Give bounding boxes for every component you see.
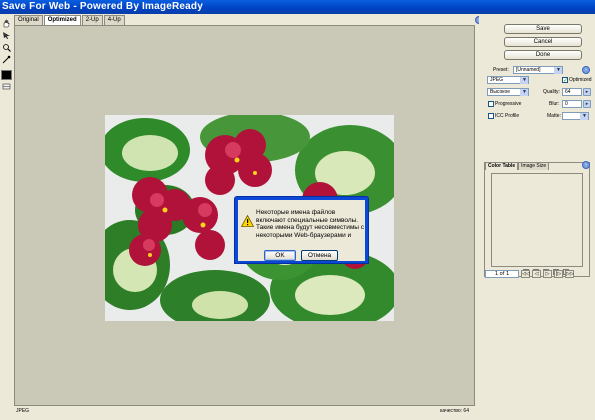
- color-table-panel: Color Table Image Size ›: [484, 161, 590, 277]
- tab-2-up[interactable]: 2-Up: [81, 15, 103, 25]
- toolbox: [0, 18, 14, 94]
- blur-field[interactable]: 0: [562, 100, 582, 108]
- icc-profile-label: ICC Profile: [495, 113, 520, 119]
- chevron-down-icon: ▼: [522, 89, 527, 95]
- format-dropdown[interactable]: JPEG ▼: [487, 76, 529, 84]
- chevron-down-icon: ▼: [522, 77, 527, 83]
- save-button[interactable]: Save: [504, 24, 582, 34]
- format-value: JPEG: [490, 77, 504, 83]
- quality-field[interactable]: 64: [562, 88, 582, 96]
- eyedropper-color-swatch[interactable]: [1, 70, 12, 80]
- quality-preset-value: Высокое: [490, 89, 511, 95]
- warning-dialog: Некоторые имена файлов включают специаль…: [234, 196, 369, 264]
- done-button[interactable]: Done: [504, 50, 582, 60]
- frame-counter: 1 of 1: [485, 269, 519, 278]
- matte-label: Matte:: [547, 113, 561, 119]
- status-quality: качество: 64: [440, 408, 469, 414]
- color-table-area[interactable]: [491, 173, 583, 267]
- settings-panel: Save Cancel Done Preset: [Unnamed] ▼ › JP…: [479, 14, 595, 420]
- dialog-body: Некоторые имена файлов включают специаль…: [238, 200, 365, 261]
- slice-select-tool-icon[interactable]: [1, 31, 12, 40]
- cancel-dialog-button[interactable]: Отмена: [301, 250, 338, 261]
- tab-color-table[interactable]: Color Table: [485, 162, 519, 170]
- quality-preset-dropdown[interactable]: Высокое ▼: [487, 88, 529, 96]
- optimized-checkbox[interactable]: ✓: [562, 77, 568, 84]
- last-frame-icon[interactable]: ▷▷: [565, 269, 574, 278]
- hand-tool-icon[interactable]: [1, 19, 12, 28]
- preset-value: [Unnamed]: [516, 67, 541, 73]
- window-title: Save For Web - Powered By ImageReady: [0, 0, 595, 14]
- preset-dropdown[interactable]: [Unnamed] ▼: [513, 66, 563, 74]
- warning-icon: [241, 215, 254, 227]
- quality-slider-icon[interactable]: ▸: [583, 88, 591, 96]
- tab-original[interactable]: Original: [14, 15, 43, 25]
- ok-button[interactable]: OK: [264, 250, 296, 261]
- icc-profile-checkbox[interactable]: [488, 113, 494, 119]
- preset-label: Preset:: [493, 67, 509, 73]
- play-icon[interactable]: ▷: [543, 269, 552, 278]
- cancel-button[interactable]: Cancel: [504, 37, 582, 47]
- blur-label: Blur:: [549, 101, 560, 107]
- dialog-message: Некоторые имена файлов включают специаль…: [256, 209, 365, 239]
- blur-slider-icon[interactable]: ▸: [583, 100, 591, 108]
- quality-label: Quality:: [543, 89, 560, 95]
- optimized-label: Optimized: [569, 77, 592, 83]
- tab-optimized[interactable]: Optimized: [43, 15, 81, 25]
- progressive-checkbox[interactable]: [488, 101, 494, 107]
- matte-dropdown[interactable]: ▼: [562, 112, 589, 120]
- tab-image-size[interactable]: Image Size: [518, 162, 550, 170]
- next-frame-icon[interactable]: |▷: [554, 269, 563, 278]
- color-table-menu-icon[interactable]: ›: [582, 161, 590, 169]
- progressive-label: Progressive: [495, 101, 522, 107]
- zoom-tool-icon[interactable]: [1, 43, 12, 52]
- toggle-slices-icon[interactable]: [1, 82, 12, 91]
- status-bar: JPEG качество: 64: [14, 406, 475, 420]
- chevron-down-icon: ▼: [582, 113, 587, 119]
- chevron-down-icon: ▼: [556, 67, 561, 73]
- prev-frame-icon[interactable]: ◁: [532, 269, 541, 278]
- eyedropper-tool-icon[interactable]: [1, 55, 12, 64]
- settings-menu-icon[interactable]: ›: [582, 66, 590, 74]
- view-tabs: Original Optimized 2-Up 4-Up: [14, 15, 125, 25]
- status-format: JPEG: [16, 408, 30, 414]
- animation-pager: 1 of 1 ◁◁ ◁ ▷ |▷ ▷▷: [485, 269, 585, 278]
- first-frame-icon[interactable]: ◁◁: [521, 269, 530, 278]
- tab-4-up[interactable]: 4-Up: [103, 15, 125, 25]
- optimize-settings: Preset: [Unnamed] ▼ › JPEG ▼ ✓ Optimized В…: [485, 66, 592, 141]
